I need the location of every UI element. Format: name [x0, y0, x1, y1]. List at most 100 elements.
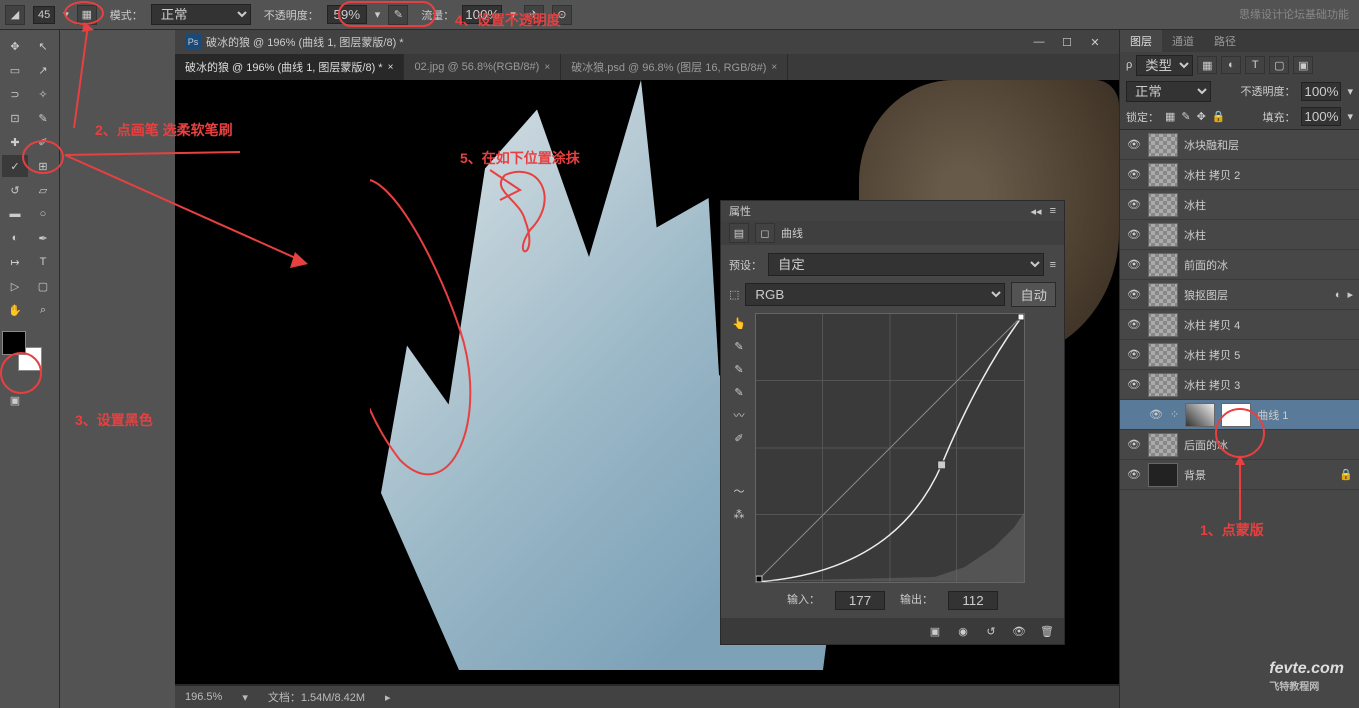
gradient-icon[interactable]: ▬ — [2, 203, 28, 225]
curves-output-value[interactable] — [948, 591, 998, 610]
flow-input[interactable] — [462, 5, 502, 24]
black-point-icon[interactable]: ✎ — [729, 336, 749, 356]
foreground-color[interactable] — [2, 331, 26, 355]
layer-row[interactable]: 👁冰柱 拷贝 2 — [1120, 160, 1359, 190]
layer-row[interactable]: 👁冰块融和层 — [1120, 130, 1359, 160]
adjustment-thumb[interactable] — [1185, 403, 1215, 427]
layer-thumb[interactable] — [1148, 223, 1178, 247]
minimize-button[interactable]: — — [1025, 32, 1053, 52]
blend-mode-select[interactable]: 正常 — [151, 4, 251, 25]
mask-icon[interactable]: ◻ — [755, 223, 775, 243]
layer-row[interactable]: 👁狼抠图层◐▸ — [1120, 280, 1359, 310]
close-icon[interactable]: × — [388, 62, 394, 73]
filter-type-select[interactable]: 类型 — [1136, 55, 1193, 76]
color-swatches[interactable] — [2, 331, 42, 371]
layer-mask-thumb[interactable] — [1221, 403, 1251, 427]
fill-input[interactable] — [1301, 107, 1341, 126]
lock-trans-icon[interactable]: ▦ — [1165, 110, 1175, 123]
move-arrow-icon[interactable]: ↗ — [30, 59, 56, 81]
marquee-arrow-icon[interactable]: ↖ — [30, 35, 56, 57]
maximize-button[interactable]: ☐ — [1053, 32, 1081, 52]
visibility-icon[interactable]: 👁 — [1126, 138, 1142, 151]
white-point-icon[interactable]: ✎ — [729, 382, 749, 402]
move-tool-icon[interactable]: ✥ — [2, 35, 28, 57]
layer-thumb[interactable] — [1148, 133, 1178, 157]
layer-thumb[interactable] — [1148, 373, 1178, 397]
layer-name[interactable]: 冰柱 拷贝 3 — [1184, 377, 1353, 393]
clip-to-layer-icon[interactable]: ▣ — [926, 622, 944, 640]
document-tab[interactable]: 破冰狼.psd @ 96.8% (图层 16, RGB/8#)× — [561, 54, 788, 80]
brush-panel-icon[interactable]: ▦ — [77, 5, 97, 25]
filter-smart-icon[interactable]: ▣ — [1293, 56, 1313, 74]
marquee-tool-icon[interactable]: ▭ — [2, 59, 28, 81]
lock-pixels-icon[interactable]: ✎ — [1181, 110, 1190, 123]
layer-opacity-input[interactable] — [1301, 82, 1341, 101]
layer-name[interactable]: 后面的冰 — [1184, 437, 1353, 453]
layer-row[interactable]: 👁 冰柱 拷贝 3 — [1120, 370, 1359, 400]
dodge-icon[interactable]: ◐ — [2, 227, 28, 249]
path-arrow-icon[interactable]: ↦ — [2, 251, 28, 273]
channel-select[interactable]: RGB — [745, 283, 1005, 306]
reset-icon[interactable]: ↺ — [982, 622, 1000, 640]
close-icon[interactable]: × — [771, 62, 777, 73]
visibility-icon[interactable]: 👁 — [1126, 198, 1142, 211]
gray-point-icon[interactable]: ✎ — [729, 359, 749, 379]
visibility-icon[interactable]: 👁 — [1148, 408, 1164, 421]
filter-icon[interactable]: ρ — [1126, 59, 1132, 71]
visibility-icon[interactable]: 👁 — [1126, 438, 1142, 451]
pressure-size-icon[interactable]: ⊙ — [552, 5, 572, 25]
clone-stamp-icon[interactable]: ⊞ — [30, 155, 56, 177]
visibility-icon[interactable]: 👁 — [1126, 378, 1142, 391]
target-adjust-icon[interactable]: 👆 — [729, 313, 749, 333]
pen-icon[interactable]: ✒ — [30, 227, 56, 249]
status-dropdown-icon[interactable]: ▸ — [385, 691, 391, 704]
layer-name[interactable]: 冰柱 拷贝 5 — [1184, 347, 1353, 363]
brush-size-value[interactable]: 45 — [33, 6, 55, 24]
curves-input-value[interactable] — [835, 591, 885, 610]
layer-thumb[interactable] — [1148, 283, 1178, 307]
pencil-icon[interactable]: ✐ — [30, 131, 56, 153]
layer-row[interactable]: 👁 冰柱 — [1120, 190, 1359, 220]
layer-name[interactable]: 背景 — [1184, 467, 1333, 483]
layer-row[interactable]: 👁冰柱 拷贝 5 — [1120, 340, 1359, 370]
hand-tool-icon[interactable]: ✋ — [2, 299, 28, 321]
visibility-icon[interactable]: 👁 — [1126, 258, 1142, 271]
layer-name[interactable]: 冰柱 — [1184, 197, 1353, 213]
crop-tool-icon[interactable]: ⊡ — [2, 107, 28, 129]
history-brush-icon[interactable]: ↺ — [2, 179, 28, 201]
view-previous-icon[interactable]: ◉ — [954, 622, 972, 640]
panel-header[interactable]: 属性 ◂◂ ≡ — [721, 201, 1064, 221]
layer-thumb[interactable] — [1148, 163, 1178, 187]
layer-row[interactable]: 👁 冰柱 — [1120, 220, 1359, 250]
layer-row[interactable]: 👁前面的冰 — [1120, 250, 1359, 280]
quickmask-icon[interactable]: ▣ — [2, 389, 28, 411]
layer-name[interactable]: 冰柱 拷贝 2 — [1184, 167, 1353, 183]
layer-name[interactable]: 冰柱 — [1184, 227, 1353, 243]
layer-row[interactable]: 👁 后面的冰 — [1120, 430, 1359, 460]
layer-name[interactable]: 冰柱 拷贝 4 — [1184, 317, 1353, 333]
filter-shape-icon[interactable]: ▢ — [1269, 56, 1289, 74]
layer-thumb[interactable] — [1148, 433, 1178, 457]
channels-tab[interactable]: 通道 — [1162, 30, 1204, 52]
paths-tab[interactable]: 路径 — [1204, 30, 1246, 52]
toggle-visibility-icon[interactable]: 👁 — [1010, 622, 1028, 640]
layer-thumb[interactable] — [1148, 313, 1178, 337]
fx-icon[interactable]: ◐ — [1335, 289, 1342, 301]
zoom-tool-icon[interactable]: ⌕ — [30, 299, 56, 321]
visibility-icon[interactable]: 👁 — [1126, 228, 1142, 241]
type-tool-icon[interactable]: T — [30, 251, 56, 273]
channel-icon[interactable]: ⬚ — [729, 288, 739, 301]
zoom-dropdown-icon[interactable]: ▾ — [242, 691, 248, 704]
eyedropper-icon[interactable]: ✎ — [30, 107, 56, 129]
pressure-opacity-icon[interactable]: ✎ — [388, 5, 408, 25]
opacity-dropdown-icon[interactable]: ▾ — [375, 8, 381, 21]
lasso-tool-icon[interactable]: ⊃ — [2, 83, 28, 105]
magic-wand-icon[interactable]: ✧ — [30, 83, 56, 105]
layer-row[interactable]: 👁背景🔒 — [1120, 460, 1359, 490]
brush-size-dropdown-icon[interactable]: ▾ — [63, 8, 69, 21]
layer-thumb[interactable] — [1148, 253, 1178, 277]
fill-dropdown-icon[interactable]: ▾ — [1347, 110, 1353, 123]
layer-thumb[interactable] — [1148, 193, 1178, 217]
flow-dropdown-icon[interactable]: ▾ — [510, 8, 516, 21]
lock-position-icon[interactable]: ✥ — [1197, 110, 1206, 123]
